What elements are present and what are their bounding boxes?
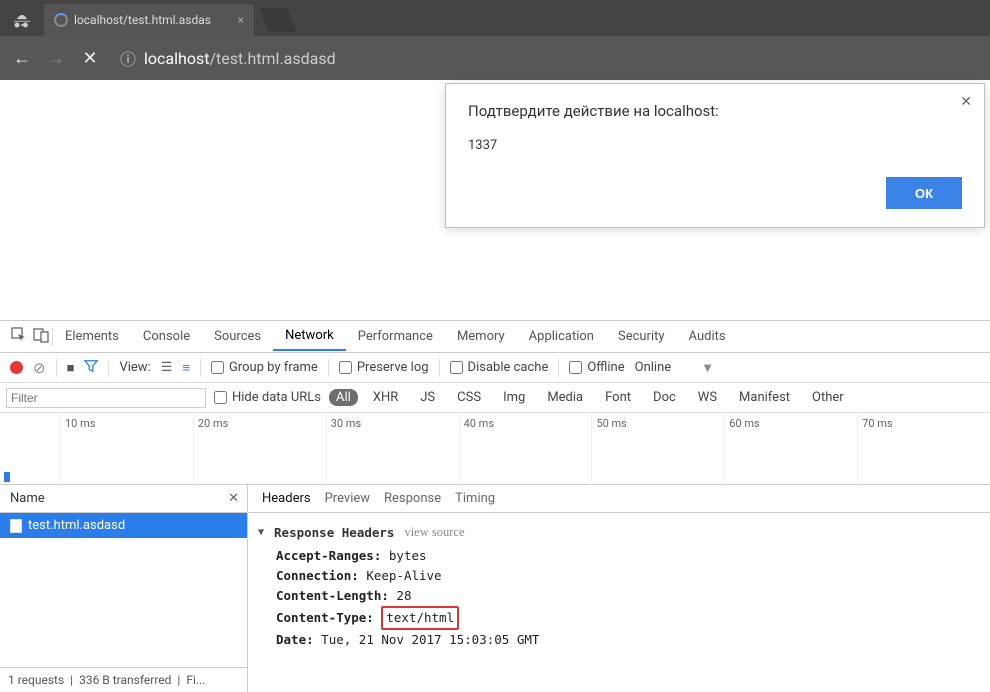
request-name: test.html.asdasd xyxy=(28,518,125,533)
back-button[interactable]: ← xyxy=(12,48,32,69)
header-row-content-type: Content-Type: text/html xyxy=(276,606,980,630)
close-detail-icon[interactable]: ✕ xyxy=(228,491,239,506)
network-toolbar: ⊘ ■ View: ☰ ≡ Group by frame Preserve lo… xyxy=(0,353,990,383)
header-row: Accept-Ranges: bytes xyxy=(276,546,980,566)
filter-type-font[interactable]: Font xyxy=(598,389,638,406)
new-tab-button[interactable] xyxy=(260,8,297,32)
tab-title: localhost/test.html.asdas xyxy=(74,13,232,27)
network-status-bar: 1 requests| 336 B transferred| Fi... xyxy=(0,667,247,692)
tab-security[interactable]: Security xyxy=(606,323,677,350)
disable-cache-checkbox[interactable]: Disable cache xyxy=(450,360,549,375)
group-by-frame-checkbox[interactable]: Group by frame xyxy=(211,360,318,375)
inspect-icon[interactable] xyxy=(8,327,30,347)
header-row: Content-Length: 28 xyxy=(276,586,980,606)
filter-type-css[interactable]: CSS xyxy=(450,389,488,406)
filter-type-ws[interactable]: WS xyxy=(691,389,724,406)
filter-type-js[interactable]: JS xyxy=(413,389,442,406)
dialog-close-icon[interactable]: ✕ xyxy=(960,94,972,110)
chevron-down-icon[interactable]: ▼ xyxy=(701,360,714,376)
network-timeline[interactable]: 10 ms 20 ms 30 ms 40 ms 50 ms 60 ms 70 m… xyxy=(0,413,990,485)
devtools-panel: Elements Console Sources Network Perform… xyxy=(0,320,990,692)
navigation-bar: ← → ✕ ⓘ localhost/test.html.asdasd xyxy=(0,36,990,80)
capture-screenshots-icon[interactable]: ■ xyxy=(67,360,75,376)
address-bar[interactable]: ⓘ localhost/test.html.asdasd xyxy=(114,44,978,72)
large-rows-icon[interactable]: ☰ xyxy=(161,360,173,375)
filter-type-manifest[interactable]: Manifest xyxy=(732,389,797,406)
name-column-header[interactable]: Name ✕ xyxy=(0,485,247,513)
view-source-link[interactable]: view source xyxy=(404,525,464,540)
tab-elements[interactable]: Elements xyxy=(53,323,131,350)
waterfall-view-icon[interactable]: ≡ xyxy=(182,360,190,376)
subtab-response[interactable]: Response xyxy=(384,491,441,506)
dialog-ok-button[interactable]: ОК xyxy=(886,177,962,209)
tab-application[interactable]: Application xyxy=(517,323,606,350)
request-row[interactable]: test.html.asdasd xyxy=(0,513,247,538)
tab-performance[interactable]: Performance xyxy=(346,323,445,350)
clear-button[interactable]: ⊘ xyxy=(33,359,46,377)
page-content: ✕ Подтвердите действие на localhost: 133… xyxy=(0,80,990,320)
throttling-select[interactable]: Online xyxy=(635,360,672,375)
subtab-timing[interactable]: Timing xyxy=(455,491,495,506)
device-toolbar-icon[interactable] xyxy=(30,327,52,347)
preserve-log-checkbox[interactable]: Preserve log xyxy=(339,360,429,375)
url-text: localhost/test.html.asdasd xyxy=(144,49,336,68)
forward-button[interactable]: → xyxy=(46,48,66,69)
header-row: Date: Tue, 21 Nov 2017 15:03:05 GMT xyxy=(276,630,980,650)
tab-audits[interactable]: Audits xyxy=(677,323,738,350)
filter-type-media[interactable]: Media xyxy=(540,389,590,406)
filter-type-xhr[interactable]: XHR xyxy=(366,389,405,406)
request-detail: Headers Preview Response Timing ▼ Respon… xyxy=(248,485,990,692)
highlighted-value: text/html xyxy=(381,606,459,630)
triangle-down-icon: ▼ xyxy=(258,527,264,538)
detail-subtabs: Headers Preview Response Timing xyxy=(248,485,990,513)
filter-input[interactable] xyxy=(6,388,206,408)
site-info-icon[interactable]: ⓘ xyxy=(120,46,136,70)
tab-memory[interactable]: Memory xyxy=(445,323,517,350)
offline-checkbox[interactable]: Offline xyxy=(569,360,624,375)
filter-type-doc[interactable]: Doc xyxy=(646,389,683,406)
subtab-headers[interactable]: Headers xyxy=(262,491,311,506)
filter-type-all[interactable]: All xyxy=(329,389,358,406)
file-icon xyxy=(10,519,22,533)
reload-stop-button[interactable]: ✕ xyxy=(80,48,100,69)
filter-toggle-icon[interactable] xyxy=(84,359,98,377)
filter-type-img[interactable]: Img xyxy=(496,389,532,406)
browser-tab[interactable]: localhost/test.html.asdas × xyxy=(44,4,254,36)
devtools-tabs: Elements Console Sources Network Perform… xyxy=(0,321,990,353)
network-filter-bar: Hide data URLs All XHR JS CSS Img Media … xyxy=(0,383,990,413)
filter-type-other[interactable]: Other xyxy=(805,389,851,406)
record-button[interactable] xyxy=(10,361,23,374)
loading-spinner-icon xyxy=(54,13,68,27)
javascript-dialog: ✕ Подтвердите действие на localhost: 133… xyxy=(445,83,985,228)
tab-network[interactable]: Network xyxy=(273,322,346,351)
subtab-preview[interactable]: Preview xyxy=(325,491,370,506)
tab-console[interactable]: Console xyxy=(131,323,202,350)
dialog-message: 1337 xyxy=(468,138,962,153)
incognito-icon xyxy=(8,10,36,30)
close-tab-icon[interactable]: × xyxy=(238,13,244,27)
view-label: View: xyxy=(119,360,150,375)
response-headers-section[interactable]: ▼ Response Headers view source xyxy=(258,525,980,540)
timeline-marker xyxy=(4,472,10,482)
tab-strip: localhost/test.html.asdas × xyxy=(0,0,990,36)
hide-data-urls-checkbox[interactable]: Hide data URLs xyxy=(214,390,321,405)
header-row: Connection: Keep-Alive xyxy=(276,566,980,586)
tab-sources[interactable]: Sources xyxy=(202,323,273,350)
dialog-title: Подтвердите действие на localhost: xyxy=(468,102,962,120)
request-list: Name ✕ test.html.asdasd 1 requests| 336 … xyxy=(0,485,248,692)
